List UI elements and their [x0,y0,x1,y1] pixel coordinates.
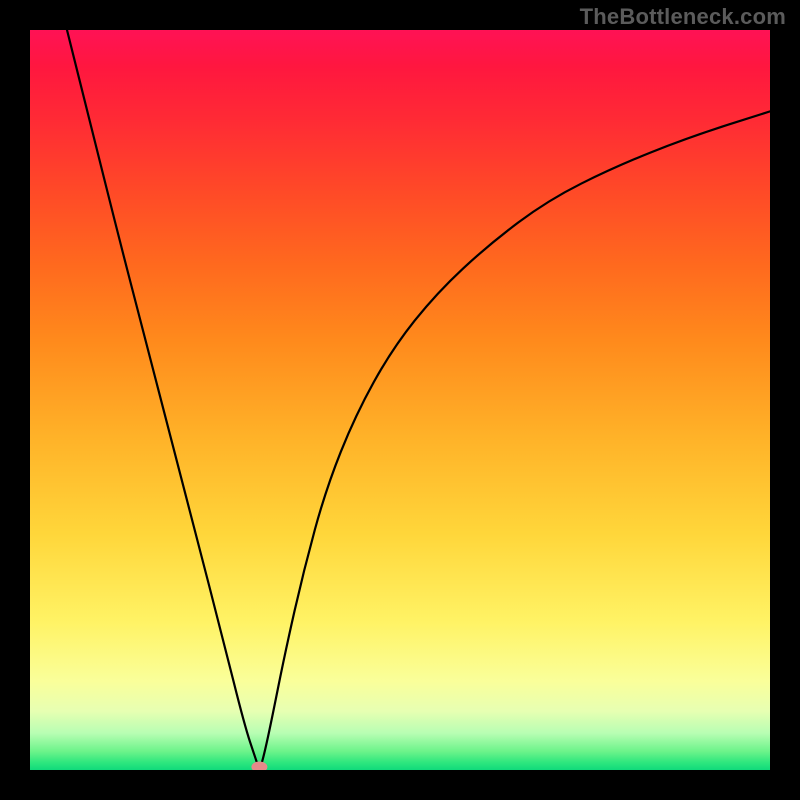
watermark-text: TheBottleneck.com [580,4,786,30]
plot-area [30,30,770,770]
chart-frame: TheBottleneck.com [0,0,800,800]
minimum-marker [251,762,267,771]
chart-svg [30,30,770,770]
bottleneck-curve [67,30,770,767]
